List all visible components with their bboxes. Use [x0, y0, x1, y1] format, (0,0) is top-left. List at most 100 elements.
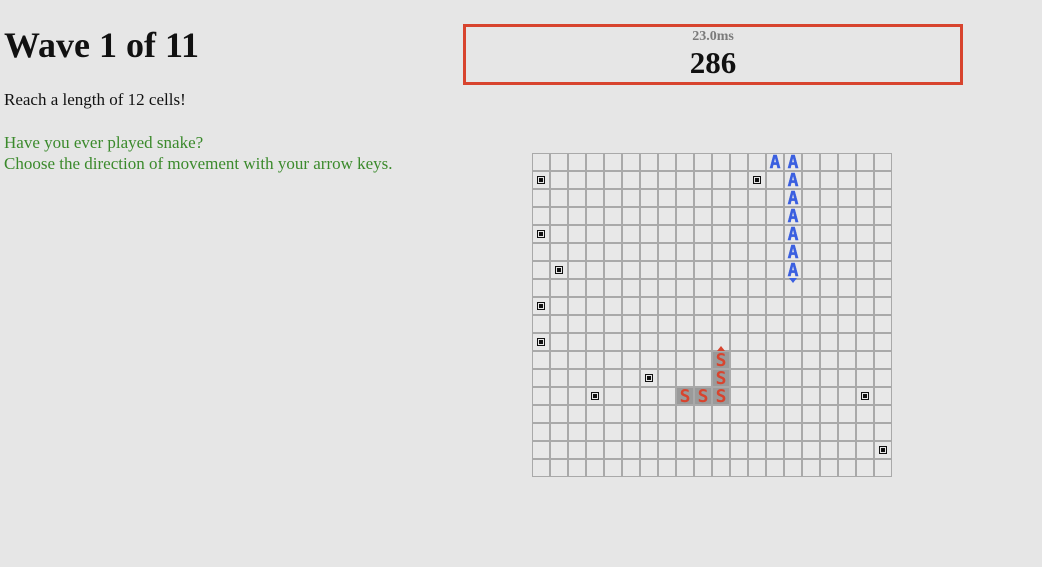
board-cell: [568, 225, 586, 243]
board-cell: [730, 405, 748, 423]
board-cell: [766, 315, 784, 333]
board-cell: [874, 333, 892, 351]
snake-a-head-arrow-icon: [789, 278, 797, 283]
board-cell: [658, 207, 676, 225]
board-cell: [586, 459, 604, 477]
board-cell: [730, 261, 748, 279]
board-cell: [694, 207, 712, 225]
board-cell: [676, 225, 694, 243]
mine-icon: [856, 387, 874, 405]
board-cell: [766, 441, 784, 459]
board-cell: [802, 441, 820, 459]
board-cell: [712, 189, 730, 207]
board-cell: [586, 351, 604, 369]
board-cell: [874, 387, 892, 405]
board-cell: [856, 333, 874, 351]
board-cell: [838, 405, 856, 423]
board-cell: [604, 207, 622, 225]
board-cell: [658, 261, 676, 279]
board-cell: [748, 333, 766, 351]
board-cell: [604, 243, 622, 261]
board-cell: [802, 261, 820, 279]
board-cell: [586, 297, 604, 315]
board-cell: [694, 459, 712, 477]
board-cell: [676, 207, 694, 225]
board-cell: [622, 297, 640, 315]
board-cell: [748, 189, 766, 207]
board-cell: [712, 261, 730, 279]
board-cell: [802, 423, 820, 441]
mine-icon: [532, 333, 550, 351]
board-cell: [766, 225, 784, 243]
board-cell: [802, 387, 820, 405]
board-cell: [820, 297, 838, 315]
board-cell: [748, 243, 766, 261]
board-cell: [586, 441, 604, 459]
board-cell: [676, 279, 694, 297]
board-cell: [874, 279, 892, 297]
board-cell: [802, 207, 820, 225]
board-cell: [676, 333, 694, 351]
board-cell: [604, 189, 622, 207]
snake-a-segment: A: [784, 207, 802, 226]
board-cell: [604, 441, 622, 459]
board-cell: [622, 153, 640, 171]
board-cell: [568, 261, 586, 279]
board-cell: [820, 153, 838, 171]
board-cell: [820, 225, 838, 243]
board-cell: [604, 333, 622, 351]
board-cell: [748, 441, 766, 459]
board-cell: [856, 207, 874, 225]
score-value: 286: [689, 45, 737, 80]
board-cell: [802, 405, 820, 423]
board-cell: [820, 279, 838, 297]
board-cell: [730, 423, 748, 441]
board-cell: [586, 171, 604, 189]
board-cell: [874, 207, 892, 225]
board-cell: [568, 207, 586, 225]
board-cell: [874, 243, 892, 261]
board-cell: [766, 333, 784, 351]
board-cell: [712, 315, 730, 333]
board-cell: [784, 315, 802, 333]
board-cell: [712, 171, 730, 189]
board-cell: [676, 405, 694, 423]
mine-icon: [874, 441, 892, 459]
game-board[interactable]: AAAAAAAASSSSS: [532, 153, 894, 513]
board-cell: [658, 243, 676, 261]
board-cell: [838, 207, 856, 225]
board-cell: [838, 171, 856, 189]
score-panel: 23.0ms 286: [463, 24, 963, 85]
board-cell: [550, 423, 568, 441]
board-cell: [622, 261, 640, 279]
board-cell: [730, 279, 748, 297]
board-cell: [748, 225, 766, 243]
board-cell: [712, 207, 730, 225]
board-cell: [640, 153, 658, 171]
board-cell: [838, 153, 856, 171]
board-cell: [802, 333, 820, 351]
board-cell: [640, 207, 658, 225]
board-cell: [766, 243, 784, 261]
board-cell: [640, 405, 658, 423]
board-cell: [550, 405, 568, 423]
board-cell: [874, 405, 892, 423]
wave-title: Wave 1 of 11: [4, 25, 199, 65]
board-cell: [856, 243, 874, 261]
board-cell: [694, 369, 712, 387]
board-cell: [550, 279, 568, 297]
board-cell: [658, 459, 676, 477]
board-cell: [784, 333, 802, 351]
board-cell: [532, 315, 550, 333]
board-cell: [532, 261, 550, 279]
board-cell: [550, 207, 568, 225]
board-cell: [640, 243, 658, 261]
board-cell: [658, 333, 676, 351]
board-cell: [820, 171, 838, 189]
board-cell: [676, 351, 694, 369]
board-cell: [586, 315, 604, 333]
board-cell: [694, 405, 712, 423]
board-cell: [838, 225, 856, 243]
board-cell: [730, 207, 748, 225]
snake-a-segment: A: [766, 153, 784, 172]
